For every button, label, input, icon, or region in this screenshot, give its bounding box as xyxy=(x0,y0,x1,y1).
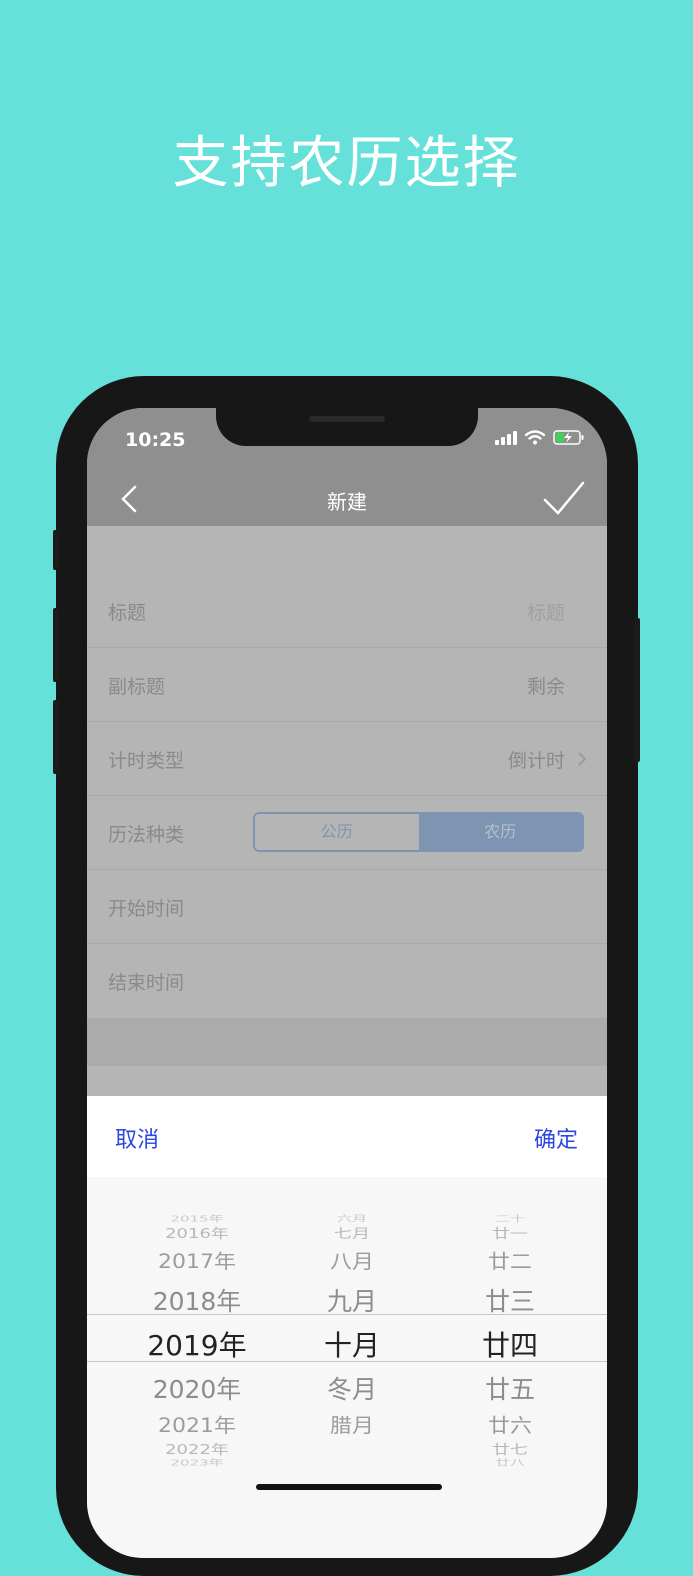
subtitle-input[interactable]: 剩余 xyxy=(527,672,565,699)
home-indicator[interactable] xyxy=(256,1484,442,1490)
wifi-icon xyxy=(525,430,545,445)
year-option: 2023年 xyxy=(170,1457,224,1468)
year-option: 2020年 xyxy=(152,1375,242,1404)
calendar-segmented-control[interactable]: 公历 农历 xyxy=(253,812,584,852)
month-option: 六月 xyxy=(336,1213,367,1224)
battery-charging-icon xyxy=(553,430,584,445)
notch xyxy=(216,408,478,446)
chevron-right-icon xyxy=(578,752,587,766)
confirm-checkmark-icon[interactable] xyxy=(543,480,585,516)
end-time-label: 结束时间 xyxy=(108,972,185,994)
status-icons xyxy=(495,430,585,445)
day-option: 廿三 xyxy=(484,1287,535,1316)
timer-type-value: 倒计时 xyxy=(507,750,565,772)
year-option: 2021年 xyxy=(158,1415,236,1438)
segment-lunar[interactable]: 农历 xyxy=(418,814,582,850)
day-option: 廿七 xyxy=(492,1442,528,1458)
month-option: 九月 xyxy=(326,1287,377,1316)
volume-down-button xyxy=(53,700,59,774)
title-label: 标题 xyxy=(108,602,147,624)
calendar-type-label: 历法种类 xyxy=(108,824,185,846)
start-time-label: 开始时间 xyxy=(108,898,185,920)
month-option: 腊月 xyxy=(329,1415,374,1438)
year-option: 2018年 xyxy=(152,1287,242,1316)
picker-confirm-button[interactable]: 确定 xyxy=(534,1122,578,1154)
year-option-selected: 2019年 xyxy=(147,1329,247,1362)
silent-switch xyxy=(53,530,59,570)
month-option-selected: 十月 xyxy=(323,1329,380,1362)
phone-screen: 10:25 新建 标题 标题 副标题 剩余 计时类型 倒计时 历法种类 公历 农… xyxy=(87,408,607,1558)
month-option: 冬月 xyxy=(326,1375,377,1404)
day-option-selected: 廿四 xyxy=(481,1329,538,1362)
nav-title: 新建 xyxy=(327,490,367,514)
signal-icon xyxy=(495,430,517,445)
status-time: 10:25 xyxy=(125,429,186,451)
day-option: 廿二 xyxy=(487,1251,532,1274)
picker-toolbar: 取消 确定 xyxy=(87,1096,607,1177)
start-time-row[interactable]: 开始时间 xyxy=(87,870,607,944)
segment-gregorian[interactable]: 公历 xyxy=(255,814,419,850)
power-button xyxy=(634,618,640,762)
section-gap xyxy=(87,1018,607,1066)
volume-up-button xyxy=(53,608,59,682)
year-option: 2022年 xyxy=(165,1442,229,1458)
month-option: 七月 xyxy=(334,1226,370,1242)
year-option: 2017年 xyxy=(158,1251,236,1274)
promo-title: 支持农历选择 xyxy=(172,131,521,196)
subtitle-row[interactable]: 副标题 剩余 xyxy=(87,648,607,722)
calendar-type-row: 历法种类 公历 农历 xyxy=(87,796,607,870)
title-input[interactable]: 标题 xyxy=(527,598,565,625)
picker-cancel-button[interactable]: 取消 xyxy=(115,1122,159,1154)
year-option: 2016年 xyxy=(165,1226,229,1242)
title-row[interactable]: 标题 标题 xyxy=(87,574,607,648)
month-option: 八月 xyxy=(329,1251,374,1274)
timer-type-label: 计时类型 xyxy=(108,750,185,772)
timer-type-row[interactable]: 计时类型 倒计时 xyxy=(87,722,607,796)
day-option: 廿六 xyxy=(487,1415,532,1438)
day-option: 廿五 xyxy=(484,1375,535,1404)
end-time-row[interactable]: 结束时间 xyxy=(87,944,607,1017)
back-chevron-icon[interactable] xyxy=(115,484,145,514)
day-option: 廿一 xyxy=(492,1226,528,1242)
day-option: 廿八 xyxy=(494,1457,525,1468)
day-option: 二十 xyxy=(494,1213,525,1224)
speaker xyxy=(309,416,385,422)
year-option: 2015年 xyxy=(170,1213,224,1224)
subtitle-label: 副标题 xyxy=(108,676,166,698)
